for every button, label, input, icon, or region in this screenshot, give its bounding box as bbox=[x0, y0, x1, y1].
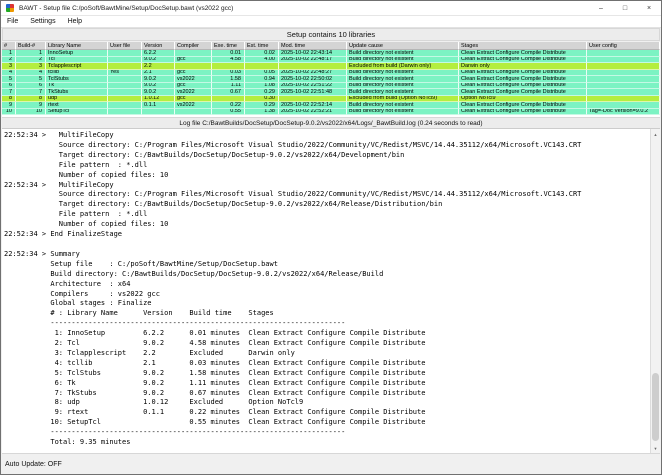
statusbar: Auto Update: OFF bbox=[1, 454, 661, 474]
cell-num: 10 bbox=[2, 109, 16, 116]
cell-stages: Clean Extract Configure Compile Distribu… bbox=[459, 109, 587, 116]
window-controls: – □ × bbox=[589, 1, 661, 15]
column-header-compiler[interactable]: Compiler bbox=[175, 42, 212, 50]
window-title: BAWT - Setup file C:/poSoft/BawtMine/Set… bbox=[19, 5, 233, 12]
bawt-window: BAWT - Setup file C:/poSoft/BawtMine/Set… bbox=[0, 0, 662, 475]
menu-settings[interactable]: Settings bbox=[24, 18, 61, 25]
column-header-config[interactable]: User config bbox=[587, 42, 660, 50]
column-header-stages[interactable]: Stages bbox=[459, 42, 587, 50]
menubar: FileSettingsHelp bbox=[1, 16, 661, 28]
scroll-down-icon[interactable]: ▼ bbox=[651, 443, 660, 453]
cell-compiler bbox=[175, 109, 212, 116]
cell-config: Tag=-Doc Version=9.0.2 bbox=[587, 109, 660, 116]
column-header-user_file[interactable]: User file bbox=[108, 42, 142, 50]
log-scrollbar[interactable]: ▲ ▼ bbox=[650, 129, 660, 453]
log-text: 22:52:34 > MultiFileCopy Source director… bbox=[2, 129, 660, 448]
cell-exe: 0.55 bbox=[212, 109, 245, 116]
cell-mod: 2025-10-02 22:52:21 bbox=[279, 109, 347, 116]
cell-est: 1.38 bbox=[245, 109, 279, 116]
scrollbar-thumb[interactable] bbox=[652, 373, 659, 441]
cell-user_file bbox=[108, 109, 142, 116]
cell-lib: SetupTcl bbox=[46, 109, 108, 116]
titlebar: BAWT - Setup file C:/poSoft/BawtMine/Set… bbox=[1, 1, 661, 16]
menu-help[interactable]: Help bbox=[62, 18, 88, 25]
minimize-icon[interactable]: – bbox=[589, 1, 613, 15]
column-header-cause[interactable]: Update cause bbox=[347, 42, 459, 50]
close-icon[interactable]: × bbox=[637, 1, 661, 15]
log-area[interactable]: 22:52:34 > MultiFileCopy Source director… bbox=[2, 129, 660, 454]
column-header-exe[interactable]: Exe. time bbox=[212, 42, 245, 50]
library-table-body: 11InnoSetup6.2.20.010.022025-10-02 22:43… bbox=[2, 50, 660, 115]
column-header-mod[interactable]: Mod. time bbox=[279, 42, 347, 50]
log-file-bar: Log file C:/BawtBuilds/DocSetup/DocSetup… bbox=[2, 117, 660, 129]
auto-update-status: Auto Update: OFF bbox=[5, 461, 62, 468]
column-header-lib[interactable]: Library Name bbox=[46, 42, 108, 50]
menu-file[interactable]: File bbox=[1, 18, 24, 25]
maximize-icon[interactable]: □ bbox=[613, 1, 637, 15]
cell-version bbox=[142, 109, 175, 116]
column-header-num[interactable]: # bbox=[2, 42, 16, 50]
table-row-setuptcl[interactable]: 1010SetupTcl0.551.382025-10-02 22:52:21B… bbox=[2, 109, 660, 116]
library-table: #Build-#Library NameUser fileVersionComp… bbox=[2, 42, 660, 117]
column-header-est[interactable]: Est. time bbox=[245, 42, 279, 50]
cell-build: 10 bbox=[16, 109, 46, 116]
library-table-header: #Build-#Library NameUser fileVersionComp… bbox=[2, 42, 660, 50]
column-header-build[interactable]: Build-# bbox=[16, 42, 46, 50]
column-header-version[interactable]: Version bbox=[142, 42, 175, 50]
library-count-bar: Setup contains 10 libraries bbox=[2, 28, 660, 41]
scroll-up-icon[interactable]: ▲ bbox=[651, 129, 660, 139]
cell-cause: Build directory not existent bbox=[347, 109, 459, 116]
bawt-app-icon bbox=[6, 4, 14, 12]
